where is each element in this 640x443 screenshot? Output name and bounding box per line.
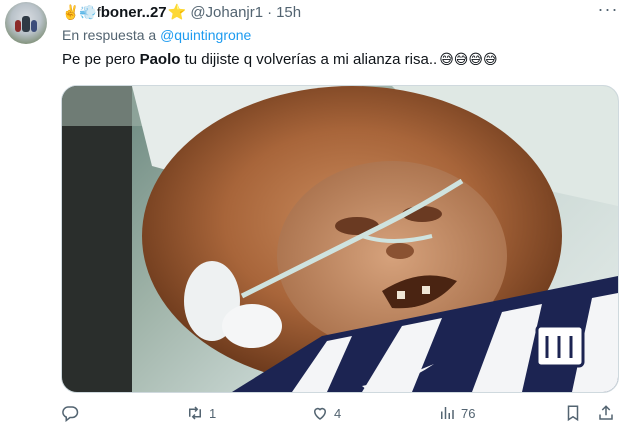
avatar-figure bbox=[31, 20, 37, 32]
tweet-actions-bar: 1 4 76 bbox=[61, 404, 621, 428]
views-button[interactable]: 76 bbox=[438, 404, 475, 422]
views-count: 76 bbox=[461, 405, 476, 421]
avatar-figure bbox=[15, 20, 21, 32]
retweet-button[interactable]: 1 bbox=[186, 404, 216, 422]
retweet-count: 1 bbox=[209, 405, 217, 421]
tweet-text-end: tu dijiste q volverías a mi alianza risa… bbox=[180, 51, 438, 68]
share-button[interactable] bbox=[597, 404, 615, 422]
tweet-text-bold: Paolo bbox=[139, 51, 181, 68]
retweet-icon bbox=[189, 406, 201, 420]
timestamp[interactable]: 15h bbox=[276, 4, 301, 21]
views-icon bbox=[441, 407, 454, 419]
avatar-figure bbox=[22, 16, 30, 32]
more-options-button[interactable]: ··· bbox=[596, 0, 620, 22]
bookmark-button[interactable] bbox=[564, 404, 582, 422]
tweet-text: Pe pe pero Paolo tu dijiste q volverías … bbox=[62, 51, 498, 68]
share-icon bbox=[599, 405, 613, 420]
like-count: 4 bbox=[334, 405, 342, 421]
tweet-header: ✌️💨fboner..27 ⭐ @Johanjr1 · 15h bbox=[62, 2, 301, 22]
tweet-text-start: Pe pe pero bbox=[62, 51, 140, 68]
reply-context: En respuesta a @quintingrone bbox=[62, 27, 251, 43]
reply-mention-link[interactable]: @quintingrone bbox=[160, 27, 251, 43]
heart-icon bbox=[313, 407, 327, 420]
reply-button[interactable] bbox=[61, 404, 84, 422]
tweet-media-image[interactable] bbox=[61, 85, 619, 393]
bookmark-icon bbox=[567, 405, 579, 422]
orangutan-photo bbox=[62, 86, 618, 392]
separator-dot: · bbox=[267, 3, 273, 21]
user-handle[interactable]: @Johanjr1 bbox=[190, 4, 263, 21]
reply-icon bbox=[62, 406, 79, 422]
reply-prefix: En respuesta a bbox=[62, 27, 157, 43]
star-emoji: ⭐ bbox=[167, 4, 187, 21]
like-button[interactable]: 4 bbox=[311, 404, 341, 422]
display-name-text: boner..27 bbox=[100, 3, 167, 21]
avatar[interactable] bbox=[5, 2, 47, 44]
display-name[interactable]: ✌️💨fboner..27 bbox=[62, 4, 167, 21]
display-name-emoji: ✌️💨f bbox=[62, 3, 101, 20]
sweat-emojis: 😅😅😅😅 bbox=[439, 51, 498, 67]
tweet-card[interactable]: ✌️💨fboner..27 ⭐ @Johanjr1 · 15h ··· En r… bbox=[0, 0, 640, 443]
